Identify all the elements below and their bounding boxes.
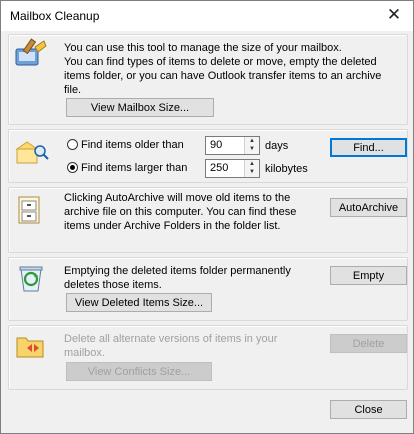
view-deleted-items-size-button[interactable]: View Deleted Items Size...: [66, 293, 212, 312]
view-conflicts-size-button[interactable]: View Conflicts Size...: [66, 362, 212, 381]
delete-button[interactable]: Delete: [330, 334, 407, 353]
mailbox-cleanup-dialog: Mailbox Cleanup ✕ You can use this tool …: [0, 0, 414, 434]
close-window-icon[interactable]: ✕: [381, 3, 407, 27]
close-button[interactable]: Close: [330, 400, 407, 419]
conflicts-text: Delete all alternate versions of items i…: [64, 333, 278, 359]
find-items-icon: [15, 141, 49, 164]
larger-than-unit: kilobytes: [265, 163, 308, 175]
larger-than-value: 250: [210, 162, 229, 174]
autoarchive-text: Clicking AutoArchive will move old items…: [64, 192, 297, 232]
older-than-unit: days: [265, 140, 289, 152]
window-title: Mailbox Cleanup: [10, 9, 100, 23]
find-section: Find items older than 90 ▲ ▼ days Find it…: [8, 129, 408, 183]
autoarchive-section: Clicking AutoArchive will move old items…: [8, 187, 408, 253]
intro-section: You can use this tool to manage the size…: [8, 34, 408, 125]
broom-mailbox-icon: [15, 38, 47, 66]
older-than-radio[interactable]: [67, 139, 78, 150]
autoarchive-button[interactable]: AutoArchive: [330, 198, 407, 217]
intro-text-2: You can find types of items to delete or…: [64, 56, 382, 96]
older-than-value: 90: [210, 139, 223, 151]
conflict-folder-icon: [16, 337, 44, 358]
larger-than-radio[interactable]: [67, 162, 78, 173]
larger-than-spinner[interactable]: 250 ▲ ▼: [205, 159, 260, 178]
recycle-bin-icon: [19, 266, 43, 292]
view-mailbox-size-button[interactable]: View Mailbox Size...: [66, 98, 214, 117]
older-than-spin-arrows[interactable]: ▲ ▼: [244, 137, 259, 154]
deleted-items-text: Emptying the deleted items folder perman…: [64, 265, 291, 291]
empty-button[interactable]: Empty: [330, 266, 407, 285]
older-than-spinner[interactable]: 90 ▲ ▼: [205, 136, 260, 155]
older-than-label: Find items older than: [81, 139, 184, 151]
intro-text-1: You can use this tool to manage the size…: [64, 42, 342, 54]
larger-than-spin-arrows[interactable]: ▲ ▼: [244, 160, 259, 177]
deleted-items-section: Emptying the deleted items folder perman…: [8, 257, 408, 321]
conflicts-section: Delete all alternate versions of items i…: [8, 325, 408, 390]
title-bar: Mailbox Cleanup ✕: [1, 1, 413, 31]
larger-than-label: Find items larger than: [81, 162, 188, 174]
find-button[interactable]: Find...: [330, 138, 407, 157]
archive-cabinet-icon: [18, 196, 40, 224]
